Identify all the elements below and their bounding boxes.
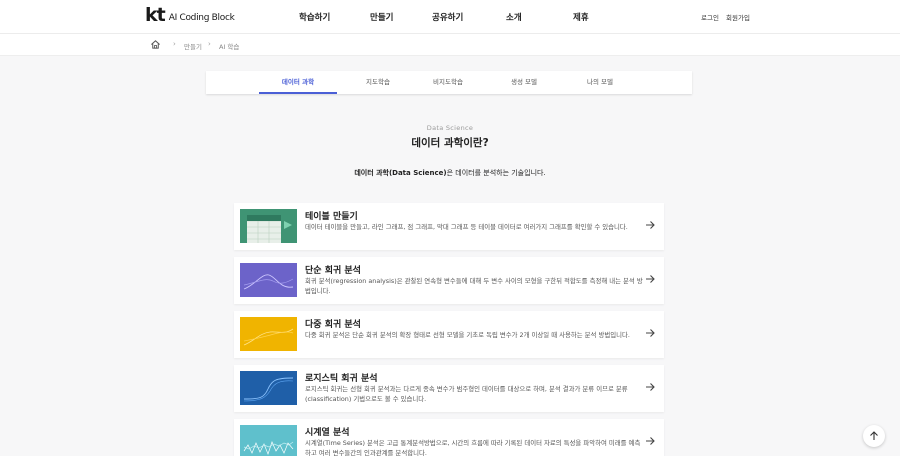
nav-share[interactable]: 공유하기 [432,11,463,23]
multiple-regression-thumbnail [240,317,297,351]
description-rest: 은 데이터를 분석하는 기술입니다. [446,169,546,177]
section-eyebrow: Data Science [426,124,474,132]
card-text: 로지스틱 회귀는 선형 회귀 분석과는 다르게 종속 변수가 범주형인 데이터를… [305,385,628,403]
logo[interactable]: kt AI Coding Block [145,6,235,25]
arrow-right-icon [646,383,655,391]
card-title: 단순 회귀 분석 [305,266,361,276]
card-title: 로지스틱 회귀 분석 [305,374,378,384]
arrow-up-icon [870,431,878,440]
scroll-top-button[interactable] [863,425,885,447]
breadcrumb-item-make[interactable]: 만들기 [184,41,202,51]
simple-regression-thumbnail [240,263,297,297]
nav-about[interactable]: 소개 [506,11,522,23]
card-multiple-regression[interactable]: 다중 회귀 분석 다중 회귀 분석은 단순 회귀 분석의 확장 형태로 선형 모… [234,311,664,358]
card-text: 시계열(Time Series) 분석은 고급 통계분석방법으로, 시간의 흐름… [305,439,641,456]
time-series-thumbnail [240,425,297,456]
breadcrumb-item-ai-learning[interactable]: AI 학습 [219,41,239,51]
tab-my-model[interactable]: 나의 모델 [561,71,639,94]
signup-link[interactable]: 회원가입 [726,12,750,22]
description-bold: 데이터 과학(Data Science) [354,169,447,177]
card-title: 다중 회귀 분석 [305,320,361,330]
logo-text: AI Coding Block [168,13,235,23]
card-text: 다중 회귀 분석은 단순 회귀 분석의 확장 형태로 선형 모델을 기초로 독립… [305,331,630,339]
card-text: 회귀 분석(regression analysis)은 관찰된 연속형 변수들에… [305,277,643,295]
home-icon[interactable] [150,39,161,50]
arrow-right-icon [646,437,655,445]
page-description: 데이터 과학(Data Science)은 데이터를 분석하는 기술입니다. [0,168,900,178]
tab-bar: 데이터 과학 지도학습 비지도학습 생성 모델 나의 모델 [206,71,692,94]
chevron-right-icon: › [208,40,211,48]
nav-partner[interactable]: 제휴 [573,11,589,23]
chevron-right-icon: › [173,40,176,48]
card-text: 데이터 테이블을 만들고, 라인 그래프, 점 그래프, 막대 그래프 등 테이… [305,223,628,231]
logistic-regression-thumbnail [240,371,297,405]
breadcrumb: › 만들기 › AI 학습 [0,34,900,56]
card-title: 시계열 분석 [305,428,350,438]
card-time-series[interactable]: 시계열 분석 시계열(Time Series) 분석은 고급 통계분석방법으로,… [234,419,664,456]
tab-generative[interactable]: 생성 모델 [485,71,563,94]
arrow-right-icon [646,275,655,283]
card-logistic-regression[interactable]: 로지스틱 회귀 분석 로지스틱 회귀는 선형 회귀 분석과는 다르게 종속 변수… [234,365,664,412]
page-title: 데이터 과학이란? [411,137,489,149]
logo-mark: kt [145,4,166,26]
nav-learn[interactable]: 학습하기 [299,11,330,23]
table-thumbnail [240,209,297,243]
login-link[interactable]: 로그인 [701,12,719,22]
header: kt AI Coding Block 학습하기 만들기 공유하기 소개 제휴 로… [0,0,900,34]
tab-supervised[interactable]: 지도학습 [339,71,417,94]
card-table[interactable]: 테이블 만들기 데이터 테이블을 만들고, 라인 그래프, 점 그래프, 막대 … [234,203,664,250]
tab-data-science[interactable]: 데이터 과학 [259,71,337,94]
card-title: 테이블 만들기 [305,212,358,222]
arrow-right-icon [646,329,655,337]
tab-unsupervised[interactable]: 비지도학습 [409,71,487,94]
card-simple-regression[interactable]: 단순 회귀 분석 회귀 분석(regression analysis)은 관찰된… [234,257,664,304]
nav-make[interactable]: 만들기 [370,11,393,23]
arrow-right-icon [646,221,655,229]
